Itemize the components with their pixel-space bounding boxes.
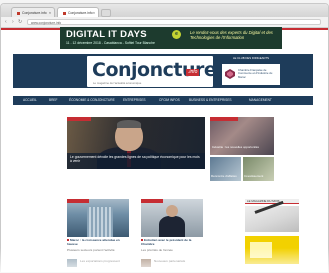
featured-category-tag: [67, 117, 91, 121]
building-image: [87, 207, 113, 237]
back-icon[interactable]: ‹: [5, 18, 7, 26]
reload-icon[interactable]: ↻: [18, 18, 22, 26]
url-input[interactable]: www.conjoncture.info: [27, 19, 321, 25]
right-thumb-2-title[interactable]: Investissement: [244, 174, 274, 179]
right-category-tag: [210, 117, 238, 121]
sidebar-image-pen[interactable]: [245, 206, 299, 232]
forward-icon[interactable]: ›: [12, 18, 14, 26]
sidebar-heading: LE MAGAZINE DU MOIS: [245, 199, 299, 204]
banner-title: DIGITAL IT DAYS: [66, 29, 147, 40]
hero-person-hair: [117, 120, 141, 128]
article-card[interactable]: [67, 199, 129, 237]
club-box[interactable]: LE CLUB DES DIRIGEANTS Chambre Française…: [222, 56, 280, 85]
logo-suffix: .info: [186, 69, 200, 76]
bottom-fade: [0, 248, 329, 273]
nav-item-economie[interactable]: ÉCONOMIE & CONJONCTURE: [69, 96, 115, 105]
nav-item-cfcim[interactable]: CFCIM INFOS: [159, 96, 180, 105]
ad-banner[interactable]: DIGITAL IT DAYS 11 - 12 décembre 2018 - …: [60, 27, 282, 49]
card-1-title[interactable]: Maroc : la croissance attendue en hausse: [67, 238, 131, 247]
browser-tab-active[interactable]: Conjoncture.info ×: [57, 7, 99, 17]
club-box-title: LE CLUB DES DIRIGEANTS: [232, 56, 270, 60]
card-2-title[interactable]: Entretien avec le président de la Chambr…: [141, 238, 205, 247]
favicon-icon: [63, 11, 66, 15]
emblem-icon: [225, 69, 235, 79]
banner-dates: 11 - 12 décembre 2018 - Casablanca - Sof…: [66, 41, 155, 45]
nav-item-entreprises[interactable]: ENTREPRISES: [123, 96, 146, 105]
site-logo[interactable]: Conjoncture .info Le magazine de l'actua…: [87, 56, 217, 87]
main-nav: ACCUEIL BREF ÉCONOMIE & CONJONCTURE ENTR…: [13, 96, 313, 105]
person-head: [166, 205, 178, 217]
right-thumb-1-title[interactable]: Rencontre d'affaires: [211, 174, 241, 179]
favicon-icon: [17, 11, 20, 15]
nav-item-accueil[interactable]: ACCUEIL: [23, 96, 37, 105]
logo-tagline: Le magazine de l'actualité économique: [93, 81, 142, 85]
tab-bar: Conjoncture.info × Conjoncture.info ×: [1, 4, 328, 17]
banner-logo-icon: e: [172, 30, 181, 39]
banner-tagline: Le rendez-vous des experts du Digital et…: [190, 30, 273, 40]
club-box-text: Chambre Française de Commerce et d'Indus…: [238, 68, 273, 79]
tab-label: Conjoncture.info: [22, 11, 47, 15]
card-category-tag: [67, 199, 89, 203]
tab-label: Conjoncture.info: [68, 11, 93, 15]
featured-caption[interactable]: Le gouvernement dévoile les grandes lign…: [70, 155, 200, 163]
right-article-title[interactable]: Industrie : les nouvelles opportunités: [212, 145, 272, 150]
site-header: Conjoncture .info Le magazine de l'actua…: [13, 54, 313, 88]
nav-item-business[interactable]: BUSINESS & ENTREPRISES: [189, 96, 232, 105]
article-card[interactable]: [141, 199, 203, 237]
nav-item-management[interactable]: MANAGEMENT: [249, 96, 272, 105]
club-box-card: Chambre Française de Commerce et d'Indus…: [222, 64, 280, 85]
person-suit: [159, 216, 185, 237]
card-category-tag: [141, 199, 163, 203]
nav-item-bref[interactable]: BREF: [49, 96, 58, 105]
browser-tab[interactable]: Conjoncture.info ×: [11, 7, 55, 17]
new-tab-button[interactable]: [101, 9, 111, 17]
